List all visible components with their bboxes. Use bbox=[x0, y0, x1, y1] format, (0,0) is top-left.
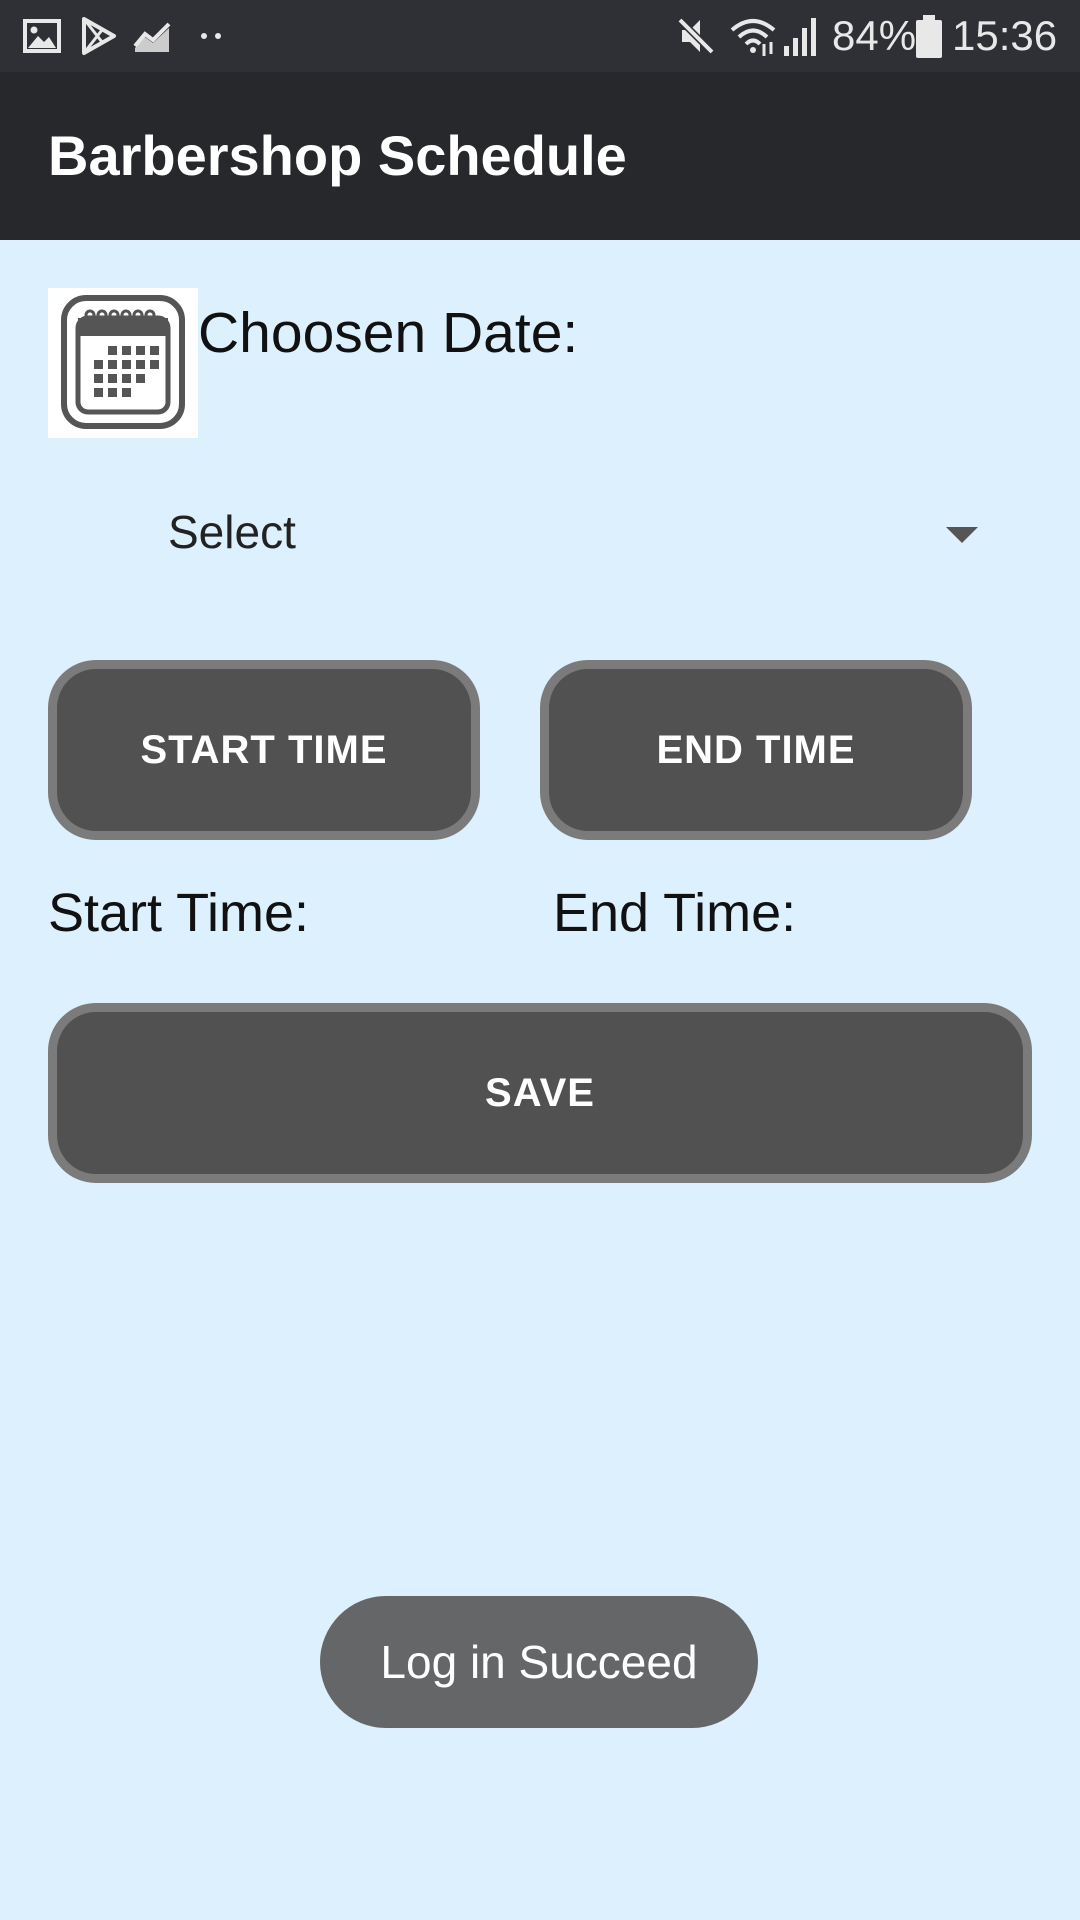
calendar-icon bbox=[61, 295, 185, 429]
wifi-icon bbox=[730, 19, 776, 56]
save-button[interactable]: SAVE bbox=[48, 1003, 1032, 1183]
play-store-icon bbox=[82, 17, 116, 55]
toast-message: Log in Succeed bbox=[320, 1596, 758, 1728]
calendar-button[interactable] bbox=[48, 288, 198, 438]
battery-icon bbox=[916, 15, 942, 58]
battery-percent: 84% bbox=[832, 12, 917, 59]
clock: 15:36 bbox=[952, 12, 1058, 59]
app-bar: Barbershop Schedule bbox=[0, 72, 1080, 240]
page-title: Barbershop Schedule bbox=[48, 124, 627, 187]
spinner-selected-value: Select bbox=[168, 506, 296, 558]
mute-icon bbox=[677, 17, 715, 55]
stats-icon bbox=[133, 22, 171, 52]
dropdown-arrow-icon bbox=[946, 527, 978, 543]
start-time-button[interactable]: START TIME bbox=[48, 660, 480, 840]
signal-icon bbox=[784, 18, 816, 56]
end-time-button[interactable]: END TIME bbox=[540, 660, 972, 840]
gallery-icon bbox=[23, 19, 61, 53]
status-bar: 84% 15:36 bbox=[0, 0, 1080, 72]
start-time-label: Start Time: bbox=[48, 883, 310, 943]
end-time-label: End Time: bbox=[553, 883, 797, 943]
chosen-date-label: Choosen Date: bbox=[198, 301, 579, 365]
select-spinner[interactable]: Select bbox=[150, 496, 990, 576]
more-dots-icon bbox=[201, 33, 221, 39]
